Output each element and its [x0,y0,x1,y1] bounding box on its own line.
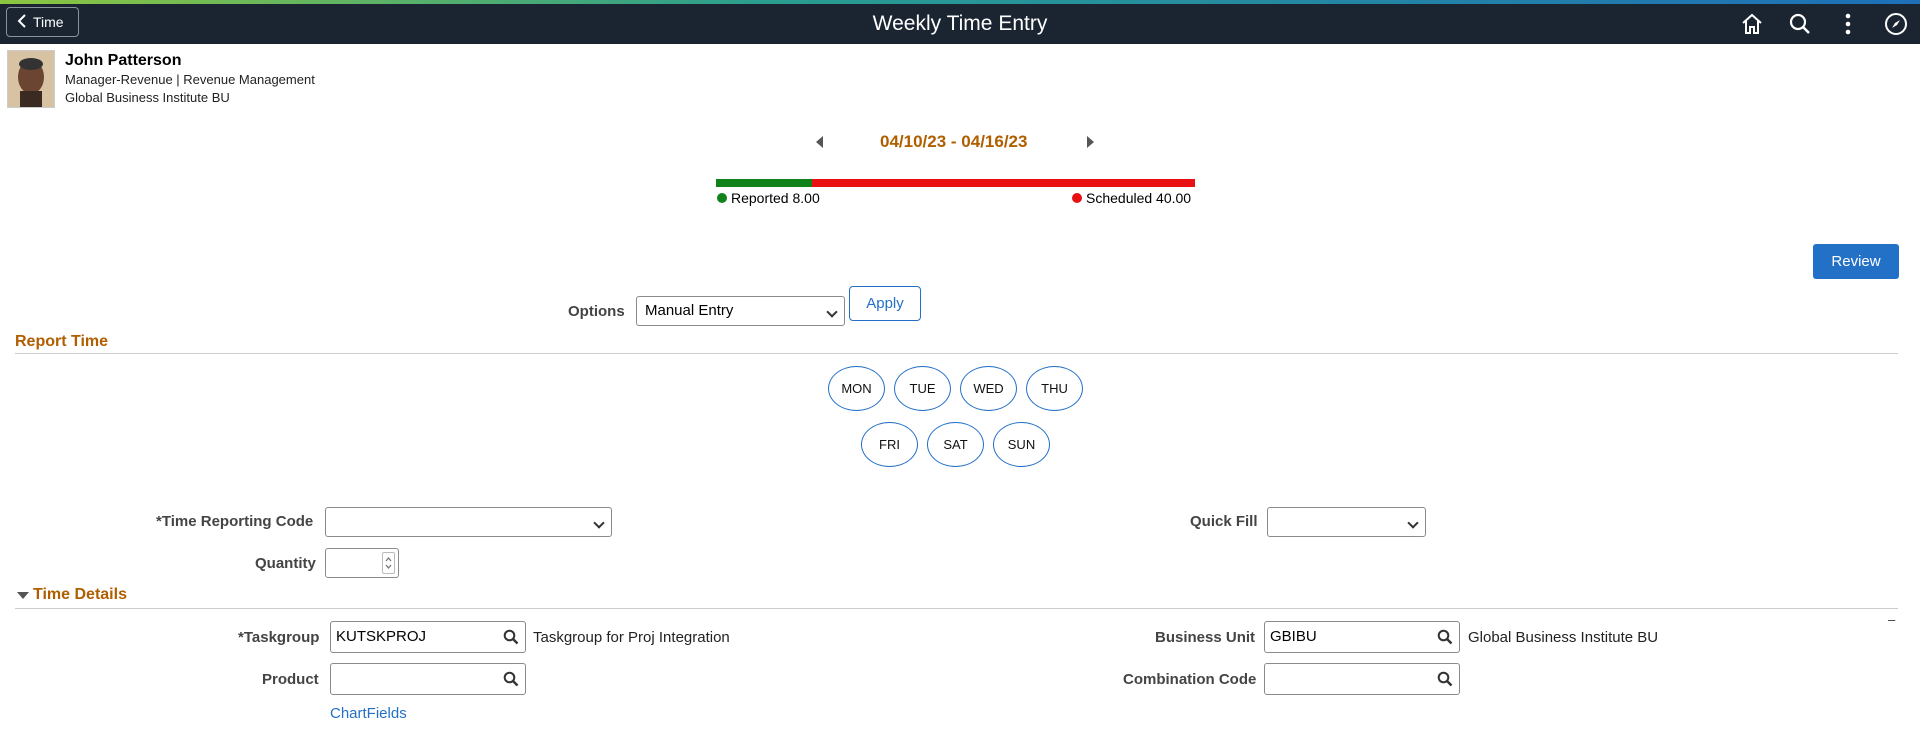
reported-label: Reported 8.00 [731,190,820,206]
reported-dot-icon [717,193,727,203]
lookup-search-icon[interactable] [503,629,519,645]
header-accent-stripe [0,0,1920,4]
day-button-tue[interactable]: TUE [894,366,951,411]
combination-code-input[interactable] [1264,663,1460,695]
lookup-search-icon[interactable] [503,671,519,687]
collapse-triangle-icon[interactable] [17,592,29,599]
product-input[interactable] [330,663,526,695]
business-unit-input[interactable]: GBIBU [1264,621,1460,653]
report-time-divider [15,353,1898,354]
period-date-range: 04/10/23 - 04/16/23 [880,132,1028,151]
next-period-arrow-icon[interactable] [1087,136,1094,148]
hours-progress-bar [716,179,1195,187]
more-vert-icon[interactable] [1836,12,1860,36]
top-header-bar [0,0,1920,44]
stepper-arrows-icon[interactable] [382,552,395,574]
options-label: Options [568,303,625,320]
business-unit-label: Business Unit [1155,629,1256,646]
employee-business-unit: Global Business Institute BU [65,90,230,105]
apply-button[interactable]: Apply [849,286,921,321]
employee-job-title: Manager-Revenue | Revenue Management [65,72,315,87]
business-unit-value: GBIBU [1270,628,1317,645]
business-unit-description: Global Business Institute BU [1468,629,1659,646]
lookup-search-icon[interactable] [1437,671,1453,687]
options-selected-value: Manual Entry [645,302,734,319]
quick-fill-label: Quick Fill [1190,513,1258,530]
minimize-icon[interactable]: – [1888,612,1895,627]
combination-code-label: Combination Code [1123,671,1257,688]
taskgroup-label: *Taskgroup [238,629,320,646]
taskgroup-description: Taskgroup for Proj Integration [533,629,730,646]
report-time-heading: Report Time [15,333,109,350]
options-select[interactable]: Manual Entry [636,296,845,326]
scheduled-dot-icon [1072,193,1082,203]
time-reporting-code-label: *Time Reporting Code [156,513,314,530]
day-button-sat[interactable]: SAT [927,422,984,467]
quick-fill-select[interactable] [1267,507,1426,537]
navigator-icon[interactable] [1884,12,1908,36]
day-button-sun[interactable]: SUN [993,422,1050,467]
back-button[interactable]: Time [6,7,79,37]
employee-name: John Patterson [65,52,182,69]
lookup-search-icon[interactable] [1437,629,1453,645]
product-label: Product [262,671,319,688]
day-button-mon[interactable]: MON [828,366,885,411]
chevron-down-icon [1407,517,1419,529]
day-button-wed[interactable]: WED [960,366,1017,411]
back-button-label: Time [33,14,64,30]
scheduled-legend: Scheduled 40.00 [1072,190,1191,206]
review-button[interactable]: Review [1813,244,1899,279]
chevron-down-icon [826,306,838,318]
time-reporting-code-select[interactable] [325,507,612,537]
chevron-left-icon [17,13,27,31]
day-button-thu[interactable]: THU [1026,366,1083,411]
home-icon[interactable] [1740,12,1764,36]
chartfields-link[interactable]: ChartFields [330,705,407,722]
time-details-heading[interactable]: Time Details [33,586,127,604]
taskgroup-input[interactable]: KUTSKPROJ [330,621,526,653]
quantity-label: Quantity [255,555,316,572]
avatar [7,50,55,108]
reported-hours-fill [716,179,812,187]
search-icon[interactable] [1788,12,1812,36]
taskgroup-value: KUTSKPROJ [336,628,427,645]
day-button-fri[interactable]: FRI [861,422,918,467]
reported-legend: Reported 8.00 [717,190,820,206]
scheduled-label: Scheduled 40.00 [1086,190,1192,206]
quantity-stepper[interactable] [325,548,399,578]
time-details-divider [15,608,1898,609]
previous-period-arrow-icon[interactable] [816,136,823,148]
chevron-down-icon [593,517,605,529]
